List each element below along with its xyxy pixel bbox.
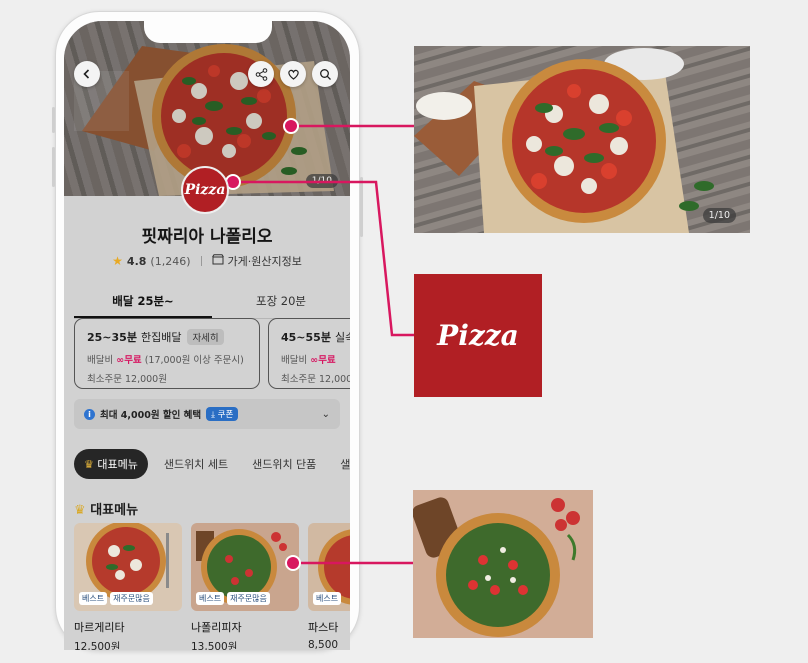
callout-hero-photo: 1/10: [414, 46, 750, 233]
search-button[interactable]: [312, 61, 338, 87]
heart-icon: [287, 69, 299, 80]
phone-notch: [144, 21, 272, 43]
share-icon: [255, 67, 267, 81]
favorite-button[interactable]: [280, 61, 306, 87]
photo-counter: 1/10: [702, 208, 736, 223]
back-button[interactable]: [74, 61, 100, 87]
chevron-left-icon: [83, 69, 90, 79]
callout-menu-photo: [413, 490, 593, 638]
share-button[interactable]: [248, 61, 274, 87]
search-icon: [319, 68, 331, 80]
logo-text: Pizza: [184, 182, 226, 198]
logo-text: Pizza: [437, 319, 519, 352]
callout-logo: Pizza: [414, 274, 542, 397]
store-logo: Pizza: [181, 166, 229, 214]
